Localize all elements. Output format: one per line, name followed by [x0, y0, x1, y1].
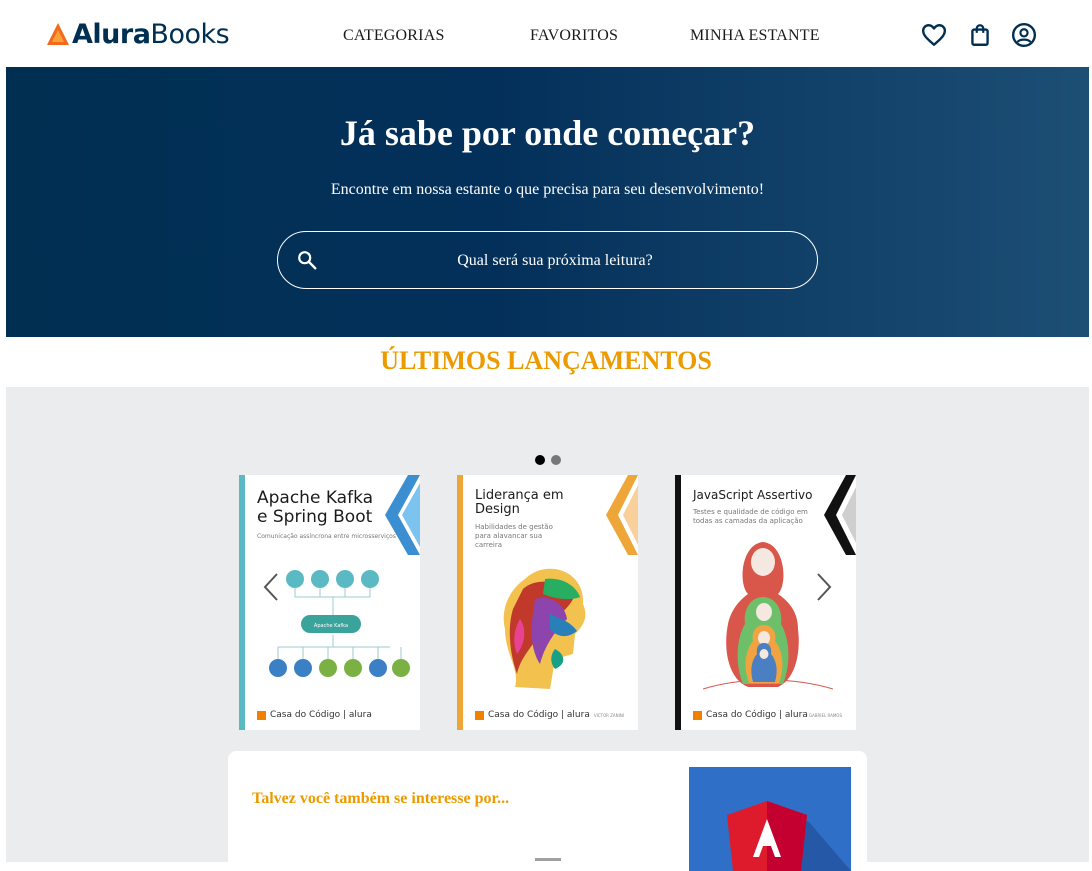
scroll-handle[interactable]	[535, 858, 561, 861]
carousel-dot-1[interactable]	[535, 455, 545, 465]
book-cover-javascript-assertivo[interactable]: JavaScript Assertivo Testes e qualidade …	[675, 475, 856, 730]
suggestion-book-cover[interactable]	[689, 767, 851, 871]
book-publisher: Casa do Código | alura	[693, 710, 808, 720]
colorful-head-illustration	[503, 568, 586, 689]
search-input[interactable]	[338, 232, 772, 290]
hero-banner: Já sabe por onde começar? Encontre em no…	[6, 67, 1089, 337]
shopping-bag-icon[interactable]	[967, 22, 993, 48]
user-circle-icon[interactable]	[1011, 22, 1037, 48]
book-subtitle: Testes e qualidade de código em todas as…	[693, 508, 808, 525]
logo-triangle-icon	[47, 23, 69, 45]
hero-title: Já sabe por onde começar?	[339, 113, 756, 153]
book-author: VICTOR ZANINI	[593, 713, 624, 718]
search-icon[interactable]	[296, 249, 318, 271]
book-cover-apache-kafka[interactable]: Apache Kafka e Spring Boot Comunicação a…	[239, 475, 420, 730]
carousel-next-arrow-icon[interactable]	[815, 572, 833, 602]
alurabooks-logo[interactable]: AluraBooks	[46, 18, 230, 50]
releases-title: ÚLTIMOS LANÇAMENTOS	[380, 346, 712, 375]
book-cover-lideranca-design[interactable]: Liderança em Design Habilidades de gestã…	[457, 475, 638, 730]
book-author: GABRIEL RAMOS	[808, 713, 842, 718]
book-subtitle: Comunicação assíncrona entre microsservi…	[257, 533, 396, 540]
book-publisher: Casa do Código | alura	[475, 710, 590, 720]
suggestion-card[interactable]: Talvez você também se interesse por...	[228, 751, 867, 871]
cover-stripe	[675, 475, 681, 730]
carousel-dot-2[interactable]	[551, 455, 561, 465]
site-header: AluraBooks CATEGORIAS FAVORITOS MINHA ES…	[0, 0, 1092, 67]
nav-categorias[interactable]: CATEGORIAS	[343, 27, 445, 45]
heart-icon[interactable]	[921, 22, 947, 48]
carousel-prev-arrow-icon[interactable]	[262, 572, 280, 602]
matryoshka-illustration	[703, 542, 833, 690]
suggestion-title: Talvez você também se interesse por...	[252, 790, 510, 807]
search-bar[interactable]	[277, 231, 818, 290]
book-title: JavaScript Assertivo	[693, 488, 813, 502]
hero-subtitle: Encontre em nossa estante o que precisa …	[330, 181, 765, 198]
cover-stripe	[239, 475, 245, 730]
book-title: Apache Kafka e Spring Boot	[257, 488, 374, 527]
cover-chevron-decoration	[606, 475, 638, 555]
cover-stripe	[457, 475, 463, 730]
book-title: Liderança em Design	[475, 488, 564, 518]
diagram-kafka-label: Apache Kafka	[314, 623, 348, 629]
angular-shield-icon	[727, 801, 851, 871]
book-subtitle: Habilidades de gestão para alavancar sua…	[475, 523, 553, 549]
nav-minha-estante[interactable]: MINHA ESTANTE	[690, 27, 820, 45]
logo-text: AluraBooks	[72, 18, 230, 50]
nav-favoritos[interactable]: FAVORITOS	[530, 27, 618, 45]
book-publisher: Casa do Código | alura	[257, 710, 372, 720]
